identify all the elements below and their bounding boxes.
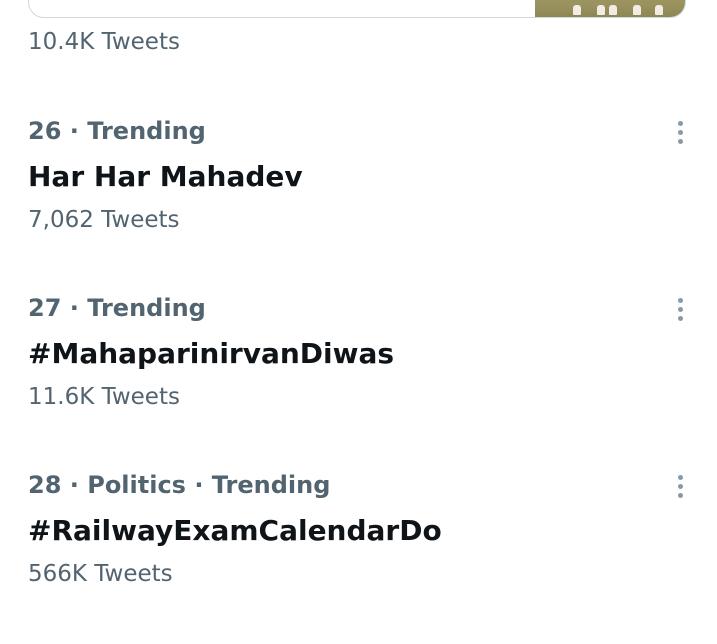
trend-tweet-count: 11.6K Tweets <box>28 384 180 410</box>
previous-trend-tweet-count: 10.4K Tweets <box>28 29 180 55</box>
news-card-partial[interactable] <box>28 0 686 18</box>
trend-item[interactable]: 26 · Trending Har Har Mahadev 7,062 Twee… <box>0 117 717 267</box>
trend-context: 28 · Politics · Trending <box>28 471 331 499</box>
trend-item[interactable]: 28 · Politics · Trending #RailwayExamCal… <box>0 471 717 621</box>
thumbnail-figure <box>655 5 663 15</box>
trend-item[interactable]: 27 · Trending #MahaparinirvanDiwas 11.6K… <box>0 294 717 444</box>
trend-context: 26 · Trending <box>28 117 206 145</box>
more-vertical-icon[interactable] <box>666 294 694 324</box>
trend-tweet-count: 7,062 Tweets <box>28 207 180 233</box>
trend-name[interactable]: #MahaparinirvanDiwas <box>28 337 394 370</box>
more-vertical-icon[interactable] <box>666 117 694 147</box>
trend-name[interactable]: #RailwayExamCalendarDo <box>28 514 442 547</box>
trend-context: 27 · Trending <box>28 294 206 322</box>
thumbnail-figure <box>573 5 581 15</box>
more-vertical-icon[interactable] <box>666 471 694 501</box>
trend-tweet-count: 566K Tweets <box>28 561 173 587</box>
trend-name[interactable]: Har Har Mahadev <box>28 160 303 193</box>
thumbnail-figure <box>633 5 641 15</box>
thumbnail-figure <box>597 5 605 15</box>
news-card-thumbnail <box>535 0 685 17</box>
thumbnail-figure <box>609 5 617 15</box>
